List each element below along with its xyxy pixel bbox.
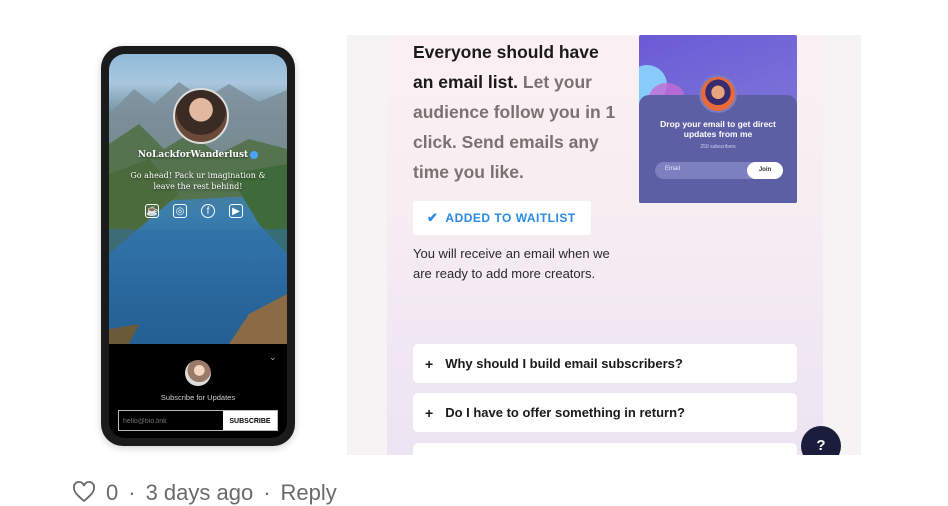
feature-card: Everyone should have an email list. Let … xyxy=(387,35,823,455)
email-input[interactable] xyxy=(119,411,229,432)
separator-dot: · xyxy=(128,480,136,505)
faq-item[interactable]: + Do I have to offer something in return… xyxy=(413,393,797,432)
preview-subscribers: 250 subscribers xyxy=(700,144,736,150)
verified-icon xyxy=(250,150,259,159)
waitlist-label: ADDED TO WAITLIST xyxy=(445,211,576,225)
youtube-icon[interactable]: ▶ xyxy=(229,204,243,218)
comment-actions: 0 · 3 days ago · Reply xyxy=(72,480,337,506)
faq-item-partial[interactable] xyxy=(413,443,797,455)
like-count: 0 xyxy=(106,480,119,505)
profile-name: NoLackforWanderlust xyxy=(137,150,249,160)
feature-panel: Everyone should have an email list. Let … xyxy=(347,35,861,455)
plus-icon: + xyxy=(425,404,434,421)
added-to-waitlist-button[interactable]: ✔ ADDED TO WAITLIST xyxy=(413,201,591,235)
waitlist-note: You will receive an email when we are re… xyxy=(413,246,610,281)
heart-icon[interactable] xyxy=(72,480,96,504)
help-button[interactable]: ? xyxy=(801,426,841,455)
separator-dot: · xyxy=(263,480,271,505)
profile-avatar xyxy=(173,88,229,144)
reply-link[interactable]: Reply xyxy=(281,480,337,506)
subscribe-form: SUBSCRIBE xyxy=(118,410,278,432)
comment-time: 3 days ago xyxy=(145,480,254,505)
cup-icon[interactable]: ☕ xyxy=(145,204,159,218)
faq-question: Do I have to offer something in return? xyxy=(445,405,685,420)
chevron-down-icon[interactable]: ⌄ xyxy=(269,352,277,363)
facebook-icon[interactable]: f xyxy=(201,204,215,218)
preview-email-field: Email Join xyxy=(655,162,783,179)
preview-title: Drop your email to get direct updates fr… xyxy=(660,119,776,139)
subscribe-button[interactable]: SUBSCRIBE xyxy=(223,411,277,430)
subscribe-avatar xyxy=(185,360,211,386)
headline: Everyone should have an email list. Let … xyxy=(413,37,623,187)
phone-screen: NoLackforWanderlust Go ahead! Pack ur im… xyxy=(109,54,287,438)
preview-email-placeholder: Email xyxy=(665,166,681,172)
faq-item[interactable]: + Why should I build email subscribers? xyxy=(413,344,797,383)
social-links: ☕ ◎ f ▶ xyxy=(145,204,243,218)
plus-icon: + xyxy=(425,355,434,372)
email-widget-preview: Drop your email to get direct updates fr… xyxy=(639,35,797,203)
instagram-icon[interactable]: ◎ xyxy=(173,204,187,218)
faq-question: Why should I build email subscribers? xyxy=(445,356,683,371)
profile-bio: Go ahead! Pack ur imagination & leave th… xyxy=(130,171,266,191)
preview-avatar xyxy=(699,75,737,113)
phone-mockup: NoLackforWanderlust Go ahead! Pack ur im… xyxy=(101,46,295,446)
preview-join-button: Join xyxy=(747,162,783,179)
check-icon: ✔ xyxy=(427,210,439,225)
landscape-photo: NoLackforWanderlust Go ahead! Pack ur im… xyxy=(109,54,287,344)
subscribe-text: Subscribe for Updates xyxy=(160,393,236,402)
